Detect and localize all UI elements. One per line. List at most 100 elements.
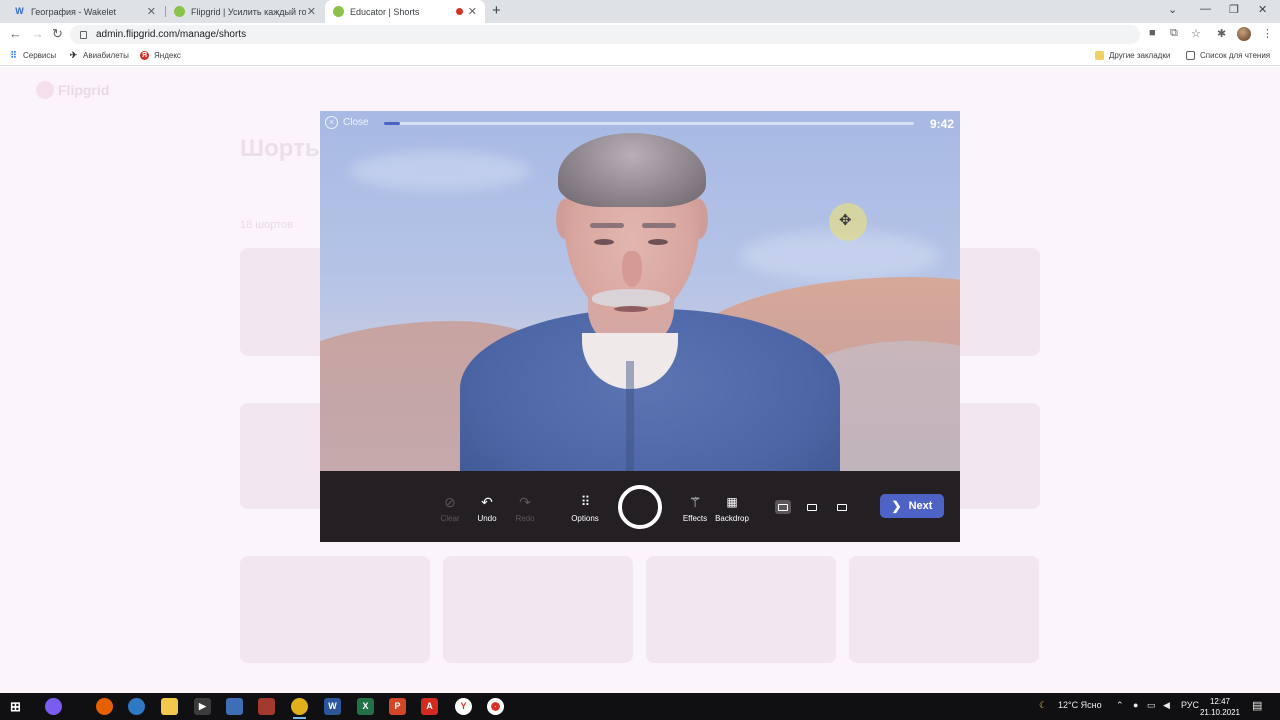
record-button[interactable] — [618, 485, 662, 529]
tab-wakelet[interactable]: W География - Wakelet ✕ — [6, 0, 164, 23]
tab-title: Flipgrid | Усилить каждый голос — [191, 6, 306, 17]
file-explorer-icon[interactable] — [161, 698, 178, 715]
network-icon[interactable]: ▭ — [1147, 700, 1156, 711]
bookmark-star-icon[interactable]: ☆ — [1191, 27, 1201, 40]
browser-globe-icon[interactable] — [128, 698, 145, 715]
magic-wand-icon: ⚚ — [688, 494, 702, 510]
start-windows-icon[interactable]: ⊞ — [7, 698, 24, 715]
yandex-browser-icon[interactable]: Y — [455, 698, 472, 715]
bookmark-other[interactable]: Другие закладки — [1095, 51, 1170, 60]
reading-list-icon — [1186, 51, 1195, 60]
close-label: Close — [343, 117, 369, 128]
short-card — [646, 556, 836, 663]
redo-button[interactable]: ↷ Redo — [503, 493, 547, 523]
logo-text: Flipgrid — [58, 82, 110, 98]
powerpoint-icon[interactable]: P — [389, 698, 406, 715]
minimize-button[interactable]: — — [1200, 3, 1211, 15]
recording-timer: 9:42 — [929, 117, 954, 131]
layout-pip-right-icon — [837, 503, 847, 511]
notifications-icon[interactable]: ▤ — [1252, 699, 1262, 712]
tab-close-icon[interactable]: ✕ — [147, 5, 156, 18]
volume-icon[interactable]: ◀ — [1163, 700, 1170, 711]
plane-icon: ✈ — [69, 50, 78, 60]
url-text: admin.flipgrid.com/manage/shorts — [96, 29, 247, 40]
close-icon: × — [325, 116, 338, 129]
lock-icon — [80, 30, 87, 39]
person-moustache — [592, 289, 670, 307]
extensions-icon[interactable]: ✱ — [1217, 27, 1226, 40]
media-app-icon[interactable] — [258, 698, 275, 715]
tab-close-icon[interactable]: ✕ — [307, 5, 316, 18]
layout-pip-left-button[interactable] — [804, 500, 820, 514]
short-card — [849, 556, 1039, 663]
bookmark-services[interactable]: ⠿ Сервисы — [9, 50, 56, 61]
next-button[interactable]: ❯ Next — [880, 494, 944, 518]
restore-button[interactable]: ❐ — [1229, 3, 1239, 16]
flipgrid-logo: Flipgrid — [36, 81, 109, 99]
camera-icon[interactable]: ■ — [1149, 27, 1156, 39]
back-icon[interactable]: ← — [9, 26, 22, 41]
alice-assistant-icon[interactable] — [45, 698, 62, 715]
forward-icon[interactable]: → — [31, 26, 44, 41]
weather-text[interactable]: 12°C Ясно — [1058, 700, 1102, 710]
layout-pip-left-icon — [807, 503, 817, 511]
screen-app-icon[interactable] — [226, 698, 243, 715]
undo-icon: ↶ — [481, 494, 493, 510]
recording-indicator-icon — [456, 8, 463, 15]
acrobat-icon[interactable]: A — [421, 698, 438, 715]
recorder-modal: ✥ × Close 9:42 ⊘ Clear ↶ Undo ↷ Redo ⠿ O… — [320, 111, 960, 542]
tray-expand-icon[interactable]: ⌃ — [1116, 700, 1124, 711]
backdrop-button[interactable]: ▦ Backdrop — [710, 493, 754, 523]
bookmark-aviatickets[interactable]: ✈ Авиабилеты — [69, 50, 129, 61]
translate-icon[interactable]: ⧉ — [1170, 27, 1178, 40]
flipgrid-logo-icon — [36, 81, 54, 99]
firefox-icon[interactable] — [96, 698, 113, 715]
new-tab-button[interactable]: + — [492, 2, 501, 19]
tab-educator-shorts[interactable]: Educator | Shorts ✕ — [325, 0, 485, 23]
page-title: Шорты — [240, 135, 326, 162]
options-button[interactable]: ⠿ Options — [563, 493, 607, 523]
bookmark-label: Список для чтения — [1200, 51, 1271, 60]
bookmark-label: Авиабилеты — [83, 51, 129, 60]
word-icon[interactable]: W — [324, 698, 341, 715]
close-button[interactable]: × Close — [325, 116, 369, 129]
tab-close-icon[interactable]: ✕ — [468, 5, 477, 18]
system-clock[interactable]: 12:47 21.10.2021 — [1198, 696, 1242, 718]
microphone-icon[interactable]: ● — [1133, 700, 1138, 710]
close-window-button[interactable]: ✕ — [1258, 3, 1267, 16]
person-brow — [642, 223, 676, 228]
clear-label: Clear — [440, 514, 460, 523]
recording-progress-fill — [384, 122, 400, 125]
browser-toolbar: ← → ↻ admin.flipgrid.com/manage/shorts ■… — [0, 23, 1280, 46]
chrome-icon[interactable] — [291, 698, 308, 719]
reload-icon[interactable]: ↻ — [52, 26, 63, 42]
recorder-controls: ⊘ Clear ↶ Undo ↷ Redo ⠿ Options ⚚ Effect… — [320, 471, 960, 542]
excel-icon[interactable]: X — [357, 698, 374, 715]
short-card — [240, 556, 430, 663]
chevron-right-icon: ❯ — [891, 499, 902, 513]
options-label: Options — [571, 514, 599, 523]
video-editor-icon[interactable]: ▶ — [194, 698, 211, 715]
screen-recorder-icon[interactable] — [487, 698, 504, 715]
language-indicator[interactable]: РУС — [1181, 700, 1199, 710]
bookmark-yandex[interactable]: Я Яндекс — [140, 51, 181, 60]
apps-grid-icon: ⠿ — [10, 50, 17, 60]
redo-label: Redo — [515, 514, 535, 523]
menu-icon[interactable]: ⋮ — [1262, 27, 1273, 40]
backdrop-pattern-icon: ▦ — [726, 495, 738, 509]
wakelet-favicon-icon: W — [15, 6, 24, 16]
bookmark-reading-list[interactable]: Список для чтения — [1186, 51, 1270, 60]
layout-pip-right-button[interactable] — [834, 500, 850, 514]
options-grid-icon: ⠿ — [580, 494, 590, 509]
redo-icon: ↷ — [519, 494, 531, 510]
clear-icon: ⊘ — [444, 494, 456, 510]
layout-fullscreen-icon — [778, 503, 788, 511]
tab-flipgrid[interactable]: Flipgrid | Усилить каждый голос ✕ — [166, 0, 324, 23]
address-bar[interactable]: admin.flipgrid.com/manage/shorts — [70, 25, 1140, 44]
person-nose — [622, 251, 642, 287]
layout-fullscreen-button[interactable] — [775, 500, 791, 514]
shirt-placket — [626, 361, 634, 471]
person-eye — [594, 239, 614, 245]
profile-avatar[interactable] — [1237, 27, 1251, 41]
tab-search-icon[interactable]: ⌄ — [1168, 3, 1177, 16]
